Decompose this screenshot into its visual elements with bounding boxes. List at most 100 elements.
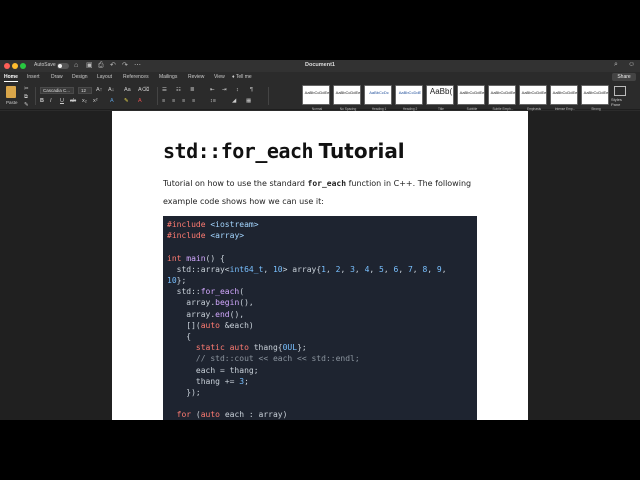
show-formatting-icon[interactable]: ¶: [250, 87, 253, 93]
align-left-icon[interactable]: ≡: [162, 98, 165, 104]
code-line: #include <array>: [167, 231, 244, 240]
para-text: Tutorial on how to use the standard: [163, 179, 308, 188]
tell-me-search[interactable]: ♦ Tell me: [232, 74, 252, 80]
code-token: ,: [441, 264, 447, 274]
code-token: for_each: [200, 287, 240, 297]
numbering-icon[interactable]: ☷: [176, 87, 181, 93]
code-token: <iostream>: [210, 220, 259, 229]
code-line: std::array<int64_t, 10> array{1, 2, 3, 4…: [167, 265, 447, 274]
style-card[interactable]: AaBbCcDdE Heading 2: [395, 85, 423, 111]
code-token: array.: [167, 309, 216, 319]
account-icon[interactable]: ☺: [628, 61, 635, 68]
format-painter-icon[interactable]: ✎: [24, 102, 29, 108]
code-line: each = thang;: [167, 366, 259, 375]
code-token: end: [215, 309, 230, 319]
tab-layout[interactable]: Layout: [97, 74, 112, 80]
style-card[interactable]: AaBbCcDdEe No Spacing: [333, 85, 361, 111]
style-card[interactable]: AaBbCcDdEe Intense Emp...: [550, 85, 578, 111]
tab-view[interactable]: View: [214, 74, 225, 80]
strikethrough-icon[interactable]: ab: [70, 98, 76, 104]
text-effects-icon[interactable]: A: [110, 98, 114, 104]
tab-home[interactable]: Home: [4, 74, 18, 82]
code-token: thang +=: [167, 376, 240, 386]
code-token: thang{: [253, 343, 283, 353]
grow-font-icon[interactable]: A↑: [96, 87, 102, 93]
code-line: int main() {: [167, 254, 225, 263]
change-case-icon[interactable]: Aa: [124, 87, 131, 93]
code-line: std::for_each(: [167, 287, 244, 296]
paragraph-line-1: Tutorial on how to use the standard for_…: [163, 179, 471, 188]
bullets-icon[interactable]: ☰: [162, 87, 167, 93]
search-icon[interactable]: ⌕: [614, 61, 618, 69]
divider: [157, 87, 158, 105]
tab-review[interactable]: Review: [188, 74, 204, 80]
code-line: [](auto &each): [167, 320, 253, 330]
code-line: // std::cout << each << std::endl;: [167, 354, 360, 363]
decrease-indent-icon[interactable]: ⇤: [210, 87, 215, 93]
tab-references[interactable]: References: [123, 74, 149, 80]
code-token: [](: [167, 320, 201, 330]
cut-icon[interactable]: ✂: [24, 86, 29, 92]
copy-icon[interactable]: ⧉: [24, 94, 28, 101]
tab-insert[interactable]: Insert: [27, 74, 40, 80]
bold-icon[interactable]: B: [40, 98, 44, 104]
style-card[interactable]: AaBbCcDdEe Subtle Emph...: [488, 85, 516, 111]
shading-icon[interactable]: ◢: [232, 98, 236, 104]
code-token: ,: [354, 264, 365, 274]
code-token: {: [167, 332, 192, 341]
multilevel-list-icon[interactable]: ≣: [190, 87, 195, 93]
code-line: array.end(),: [167, 310, 244, 319]
italic-icon[interactable]: I: [50, 98, 52, 104]
code-block[interactable]: #include <iostream> #include <array> int m…: [163, 216, 477, 420]
underline-icon[interactable]: U: [60, 98, 64, 104]
font-name-select[interactable]: Cascadia C...: [40, 87, 74, 94]
style-card[interactable]: AaBbCcDdEe Subtitle: [457, 85, 485, 111]
letterbox-top: [0, 0, 640, 60]
borders-icon[interactable]: ▦: [246, 98, 251, 104]
code-token: (: [239, 287, 245, 297]
code-token: #include: [167, 231, 211, 241]
style-card[interactable]: AaBbCcDdEe Strong: [581, 85, 609, 111]
code-line: });: [167, 388, 200, 397]
code-token: static auto: [167, 343, 254, 353]
paragraph-line-2: example code shows how we can use it:: [163, 197, 324, 206]
code-token: std::: [167, 287, 201, 297]
style-card[interactable]: AaBbCcDc Heading 1: [364, 85, 392, 111]
document-page[interactable]: std::for_each Tutorial Tutorial on how t…: [112, 111, 528, 420]
font-size-select[interactable]: 12: [78, 87, 92, 94]
code-token: ;: [244, 376, 249, 386]
share-label: Share: [617, 74, 631, 80]
sort-icon[interactable]: ↕: [236, 87, 239, 93]
style-sample: AaBbCcDdEe: [552, 90, 578, 95]
inline-code: for_each: [307, 179, 347, 188]
style-sample: AaBbCcDdEe: [459, 90, 485, 95]
highlight-icon[interactable]: ✎: [124, 98, 129, 104]
subscript-icon[interactable]: x₂: [82, 98, 87, 104]
justify-icon[interactable]: ≡: [192, 98, 195, 104]
shrink-font-icon[interactable]: A↓: [108, 87, 114, 93]
tab-design[interactable]: Design: [72, 74, 88, 80]
document-heading: std::for_each Tutorial: [163, 139, 405, 164]
clear-format-icon[interactable]: A⌫: [138, 87, 149, 93]
style-card[interactable]: AaBbCcDdEe Emphasis: [519, 85, 547, 111]
styles-pane-icon[interactable]: [614, 86, 626, 96]
code-token: ,: [383, 264, 394, 274]
tab-mailings[interactable]: Mailings: [159, 74, 177, 80]
code-token: each : array): [220, 410, 288, 420]
share-button[interactable]: Share: [612, 73, 636, 81]
code-token: main: [186, 253, 206, 263]
increase-indent-icon[interactable]: ⇥: [222, 87, 227, 93]
align-center-icon[interactable]: ≡: [172, 98, 175, 104]
line-spacing-icon[interactable]: ↕≡: [210, 98, 216, 104]
tab-draw[interactable]: Draw: [51, 74, 63, 80]
style-sample: AaBbCcDdEe: [490, 90, 516, 95]
style-card[interactable]: AaBbCcDdEe Normal: [302, 85, 330, 111]
code-token: 0UL: [282, 343, 298, 353]
superscript-icon[interactable]: x²: [93, 98, 98, 104]
font-color-icon[interactable]: A: [138, 98, 142, 104]
code-token: begin: [215, 298, 240, 308]
style-card[interactable]: AaBb(Title: [426, 85, 454, 111]
style-sample: AaBbCcDdE: [398, 90, 422, 95]
paste-icon[interactable]: [6, 86, 16, 98]
align-right-icon[interactable]: ≡: [182, 98, 185, 104]
